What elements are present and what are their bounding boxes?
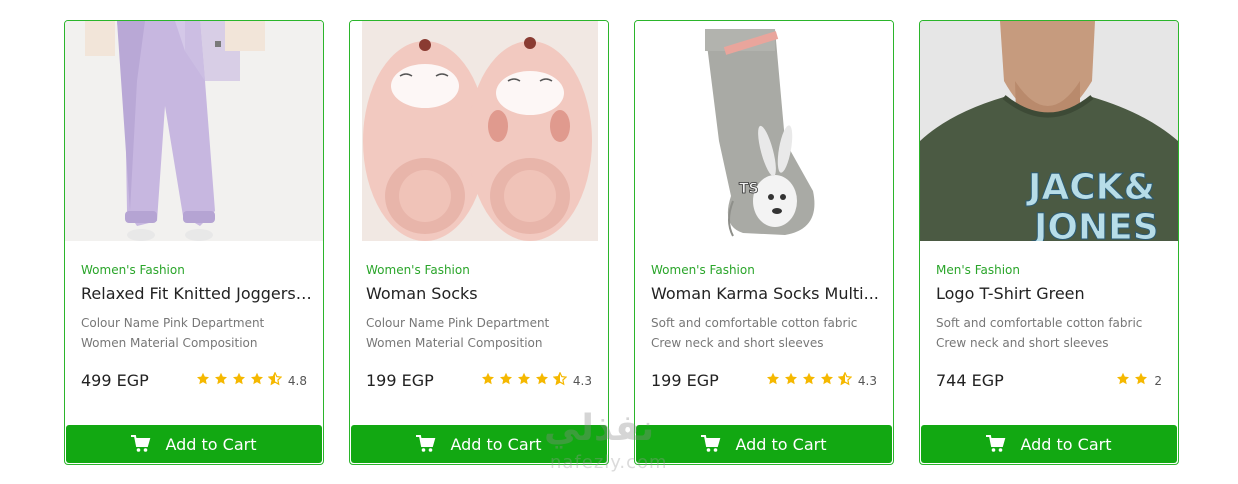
star-icon: [481, 372, 494, 385]
product-rating: 4.3: [481, 372, 592, 389]
description-line: Soft and comfortable cotton fabric: [936, 316, 1143, 330]
star-icon: [802, 372, 815, 385]
product-image[interactable]: [65, 21, 323, 241]
product-description: Soft and comfortable cotton fabric Crew …: [936, 313, 1172, 353]
star-icon: [1135, 372, 1148, 385]
product-rating: 2: [1116, 372, 1162, 389]
product-title[interactable]: Woman Karma Socks Multi...: [651, 284, 883, 303]
add-to-cart-label: Add to Cart: [165, 434, 257, 454]
add-to-cart-button[interactable]: Add to Cart: [351, 425, 607, 463]
description-line: Women Material Composition: [81, 336, 258, 350]
product-title[interactable]: Woman Socks: [366, 284, 598, 303]
product-card[interactable]: JACK& JONES Men's Fashion Logo T-Shirt G…: [919, 20, 1179, 465]
add-to-cart-button[interactable]: Add to Cart: [66, 425, 322, 463]
product-category[interactable]: Women's Fashion: [81, 263, 185, 277]
product-category[interactable]: Women's Fashion: [366, 263, 470, 277]
add-to-cart-label: Add to Cart: [735, 434, 827, 454]
star-icon: [766, 372, 779, 385]
description-line: Crew neck and short sleeves: [651, 336, 824, 350]
shopping-cart-icon: [986, 435, 1006, 452]
star-icon: [1117, 372, 1130, 385]
green-tshirt-icon: JACK& JONES: [920, 21, 1178, 241]
lavender-joggers-icon: [65, 21, 323, 241]
star-rating-icons: [481, 372, 571, 389]
shopping-cart-icon: [416, 435, 436, 452]
add-to-cart-label: Add to Cart: [450, 434, 542, 454]
rating-value: 4.3: [857, 373, 877, 388]
half-star-icon: [837, 372, 852, 386]
star-icon: [232, 372, 245, 385]
star-icon: [214, 372, 227, 385]
product-category[interactable]: Women's Fashion: [651, 263, 755, 277]
shirt-print-line1: JACK&: [1025, 167, 1155, 208]
half-star-icon: [267, 372, 282, 386]
star-icon: [535, 372, 548, 385]
product-category[interactable]: Men's Fashion: [936, 263, 1020, 277]
star-icon: [499, 372, 512, 385]
star-icon: [784, 372, 797, 385]
grey-bunny-sock-icon: TS: [635, 21, 893, 241]
description-line: Colour Name Pink Department: [366, 316, 550, 330]
product-card[interactable]: Women's Fashion Relaxed Fit Knitted Jogg…: [64, 20, 324, 465]
rating-value: 4.8: [287, 373, 307, 388]
shopping-cart-icon: [701, 435, 721, 452]
product-title[interactable]: Logo T-Shirt Green: [936, 284, 1168, 303]
product-image[interactable]: TS: [635, 21, 893, 241]
star-icon: [820, 372, 833, 385]
product-description: Soft and comfortable cotton fabric Crew …: [651, 313, 887, 353]
product-image[interactable]: [350, 21, 608, 241]
star-rating-icons: [1116, 372, 1152, 389]
product-description: Colour Name Pink Department Women Materi…: [366, 313, 602, 353]
add-to-cart-button[interactable]: Add to Cart: [921, 425, 1177, 463]
product-price: 199 EGP: [651, 371, 719, 390]
product-price: 199 EGP: [366, 371, 434, 390]
rating-value: 2: [1154, 373, 1162, 388]
product-card[interactable]: TS Women's Fashion Woman Karma Socks Mul…: [634, 20, 894, 465]
product-title[interactable]: Relaxed Fit Knitted Joggers ...: [81, 284, 313, 303]
product-price: 744 EGP: [936, 371, 1004, 390]
product-image[interactable]: JACK& JONES: [920, 21, 1178, 241]
star-icon: [250, 372, 263, 385]
product-description: Colour Name Pink Department Women Materi…: [81, 313, 317, 353]
add-to-cart-label: Add to Cart: [1020, 434, 1112, 454]
description-line: Crew neck and short sleeves: [936, 336, 1109, 350]
half-star-icon: [552, 372, 567, 386]
star-icon: [196, 372, 209, 385]
star-rating-icons: [766, 372, 856, 389]
description-line: Colour Name Pink Department: [81, 316, 265, 330]
product-rating: 4.3: [766, 372, 877, 389]
product-card[interactable]: Women's Fashion Woman Socks Colour Name …: [349, 20, 609, 465]
star-rating-icons: [196, 372, 286, 389]
svg-text:TS: TS: [739, 181, 759, 197]
add-to-cart-button[interactable]: Add to Cart: [636, 425, 892, 463]
description-line: Soft and comfortable cotton fabric: [651, 316, 858, 330]
product-rating: 4.8: [196, 372, 307, 389]
shirt-print-line2: JONES: [1031, 207, 1159, 241]
star-icon: [517, 372, 530, 385]
product-grid: Women's Fashion Relaxed Fit Knitted Jogg…: [64, 20, 1180, 465]
shopping-cart-icon: [131, 435, 151, 452]
pink-fuzzy-socks-icon: [350, 21, 608, 241]
rating-value: 4.3: [572, 373, 592, 388]
product-price: 499 EGP: [81, 371, 149, 390]
description-line: Women Material Composition: [366, 336, 543, 350]
